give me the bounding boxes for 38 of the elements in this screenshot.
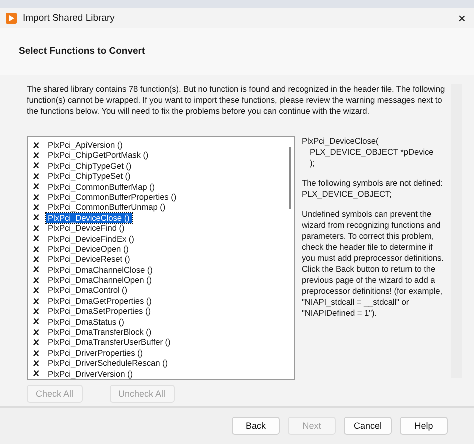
function-item[interactable]: PlxPci_CommonBufferUnmap (): [46, 202, 168, 213]
function-item[interactable]: PlxPci_DmaTransferUserBuffer (): [46, 337, 173, 348]
page-heading: Select Functions to Convert: [19, 46, 146, 57]
function-item[interactable]: PlxPci_ChipGetPortMask (): [46, 150, 151, 161]
function-item[interactable]: PlxPci_DmaTransferBlock (): [46, 327, 154, 338]
signature-line: );: [309, 158, 316, 169]
close-icon[interactable]: ×: [458, 10, 466, 26]
warning-text: The following symbols are not defined:: [302, 178, 444, 189]
app-logo-icon: [6, 12, 17, 24]
function-item[interactable]: PlxPci_DmaGetProperties (): [46, 296, 154, 306]
function-item[interactable]: PlxPci_DriverVersion (): [46, 368, 135, 379]
function-item[interactable]: PlxPci_DeviceReset (): [46, 254, 132, 265]
function-item[interactable]: PlxPci_DriverProperties (): [46, 348, 146, 358]
function-item[interactable]: PlxPci_DeviceFindEx (): [46, 234, 136, 244]
symbol-text: PLX_DEVICE_OBJECT;: [302, 189, 393, 200]
function-item[interactable]: PlxPci_ChipTypeGet (): [46, 160, 134, 172]
function-item[interactable]: PlxPci_ChipTypeSet (): [46, 171, 133, 182]
function-item[interactable]: PlxPci_DmaControl (): [46, 285, 130, 296]
function-item[interactable]: PlxPci_DmaSetProperties (): [46, 306, 153, 317]
function-item[interactable]: PlxPci_DriverScheduleRescan (): [46, 358, 170, 369]
function-item[interactable]: PlxPci_DeviceOpen (): [46, 244, 131, 254]
function-item[interactable]: PlxPci_DeviceClose (): [46, 212, 132, 224]
function-item[interactable]: PlxPci_DmaChannelOpen (): [46, 275, 154, 286]
function-item[interactable]: PlxPci_DmaChannelClose (): [46, 264, 155, 276]
advice-text: Undefined symbols can prevent the wizard from recognizing functions and parameters. To correct this problem, check the header file to determine if you must add preprocessor definitions. Click the Back button to return to the previous page of the wizard to add a preprocessor definitions! (for example, "NIAPI_stdcall = __stdcall" or "NIAPIDefined = 1").: [302, 209, 445, 319]
function-item[interactable]: PlxPci_CommonBufferMap (): [46, 182, 158, 192]
signature-line: PlxPci_DeviceClose(: [302, 136, 380, 147]
window-title: Import Shared Library: [23, 12, 116, 24]
function-item[interactable]: PlxPci_DeviceFind (): [46, 223, 127, 234]
signature-line: PLX_DEVICE_OBJECT *pDevice: [309, 147, 435, 158]
function-item[interactable]: PlxPci_DmaStatus (): [46, 316, 126, 328]
help-button[interactable]: Help: [400, 417, 448, 435]
scrollbar-thumb[interactable]: [289, 147, 291, 209]
description-text: The shared library contains 78 function(s). But no function is found and recognized in the header file. The following function(s) cannot be wrapped. If you want to import these functions, please review the warning messages next to the functions below. You will need to fix the problems before you can continue with the wizard.: [27, 84, 446, 117]
cancel-button[interactable]: Cancel: [344, 417, 392, 435]
back-button[interactable]: Back: [232, 417, 280, 435]
function-item[interactable]: PlxPci_ApiVersion (): [46, 140, 125, 150]
function-item[interactable]: PlxPci_CommonBufferProperties (): [46, 192, 179, 202]
